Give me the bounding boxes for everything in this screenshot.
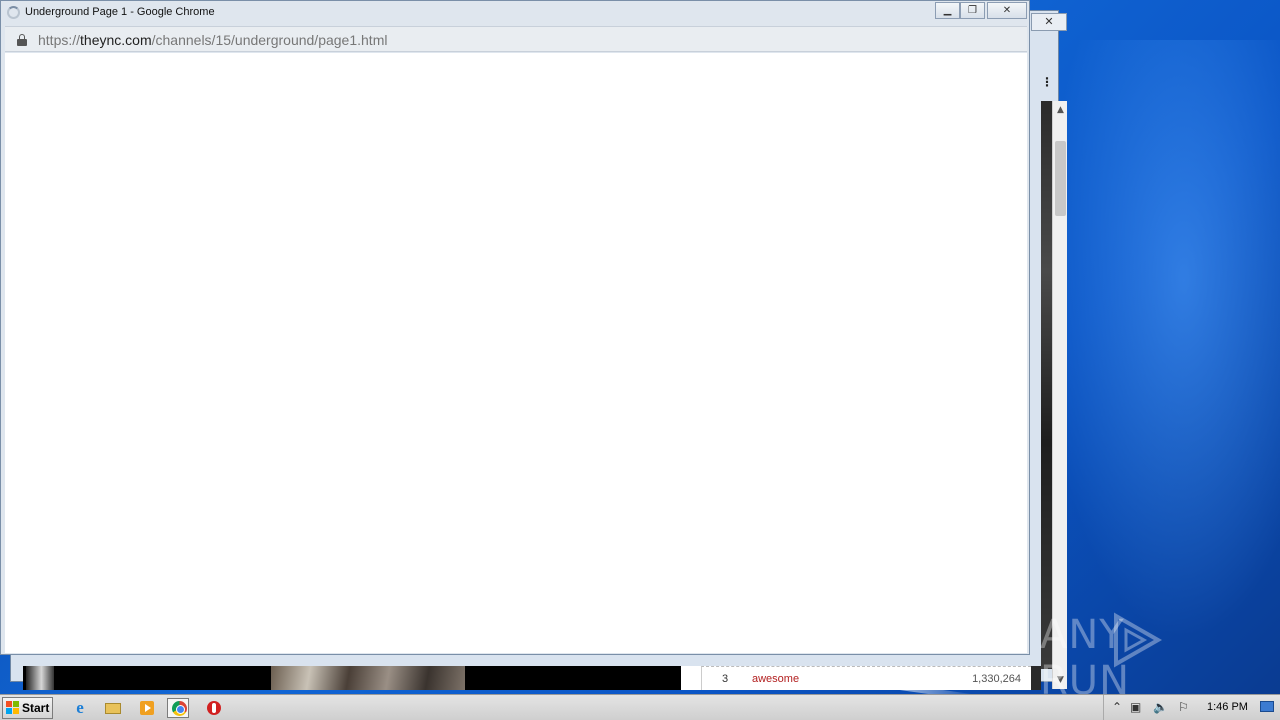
flag-icon[interactable]: ⚐	[1178, 700, 1189, 714]
page-content-blank[interactable]	[5, 53, 1027, 653]
windows-logo-icon	[6, 701, 20, 715]
background-page-content: 3 awesome 1,330,264	[23, 666, 1041, 690]
chrome-icon[interactable]	[167, 698, 189, 718]
address-bar[interactable]: https://theync.com/channels/15/undergrou…	[5, 26, 1027, 52]
scroll-thumb[interactable]	[1055, 141, 1066, 216]
background-menu-icon[interactable]: ⋮	[1041, 73, 1053, 91]
url-path: /channels/15/underground/page1.html	[151, 32, 388, 48]
list-item-rank: 3	[722, 673, 729, 685]
taskbar: Start e ⌃ ▣ 🔈 ⚐ 1:46 PM	[0, 694, 1280, 720]
expand-tray-icon[interactable]: ⌃	[1112, 700, 1122, 714]
background-close-button[interactable]: ✕	[1031, 13, 1067, 31]
start-button[interactable]: Start	[2, 697, 53, 719]
loading-spinner-icon	[7, 6, 20, 19]
internet-explorer-icon[interactable]: e	[69, 698, 91, 718]
network-icon[interactable]: ▣	[1130, 700, 1141, 714]
maximize-button[interactable]: ❐	[960, 2, 985, 19]
folder-icon[interactable]	[102, 698, 124, 718]
clock[interactable]: 1:46 PM	[1207, 701, 1248, 713]
scroll-up-arrow-icon[interactable]: ▲	[1053, 102, 1068, 118]
lock-icon[interactable]	[17, 34, 27, 46]
opera-icon[interactable]	[203, 698, 225, 718]
url-scheme: https://	[38, 32, 81, 48]
video-strip[interactable]	[23, 666, 681, 690]
video-thumbnail[interactable]	[271, 666, 465, 690]
media-player-icon[interactable]	[136, 698, 158, 718]
start-label: Start	[22, 701, 50, 715]
desktop-wallpaper-glow	[1040, 40, 1280, 640]
system-tray: ⌃ ▣ 🔈 ⚐	[1103, 695, 1280, 720]
background-page-edge	[1041, 101, 1052, 669]
url-host: theync.com	[80, 32, 152, 48]
url-text[interactable]: https://theync.com/channels/15/undergrou…	[38, 32, 387, 48]
list-item-title-link[interactable]: awesome	[752, 673, 799, 685]
close-button[interactable]: ✕	[987, 2, 1027, 19]
title-bar[interactable]: Underground Page 1 - Google Chrome ▁ ❐ ✕	[1, 1, 1029, 25]
window-title: Underground Page 1 - Google Chrome	[25, 6, 215, 18]
list-item-views: 1,330,264	[972, 673, 1021, 685]
chrome-popup-window[interactable]: Underground Page 1 - Google Chrome ▁ ❐ ✕…	[0, 0, 1030, 655]
background-scrollbar[interactable]: ▲ ▼	[1052, 101, 1067, 689]
minimize-button[interactable]: ▁	[935, 2, 960, 19]
list-item[interactable]: 3 awesome 1,330,264	[701, 666, 1031, 690]
volume-icon[interactable]: 🔈	[1153, 700, 1168, 714]
play-logo-icon	[1114, 612, 1163, 668]
video-thumbnail[interactable]	[26, 666, 54, 690]
show-desktop-button[interactable]	[1260, 701, 1274, 712]
